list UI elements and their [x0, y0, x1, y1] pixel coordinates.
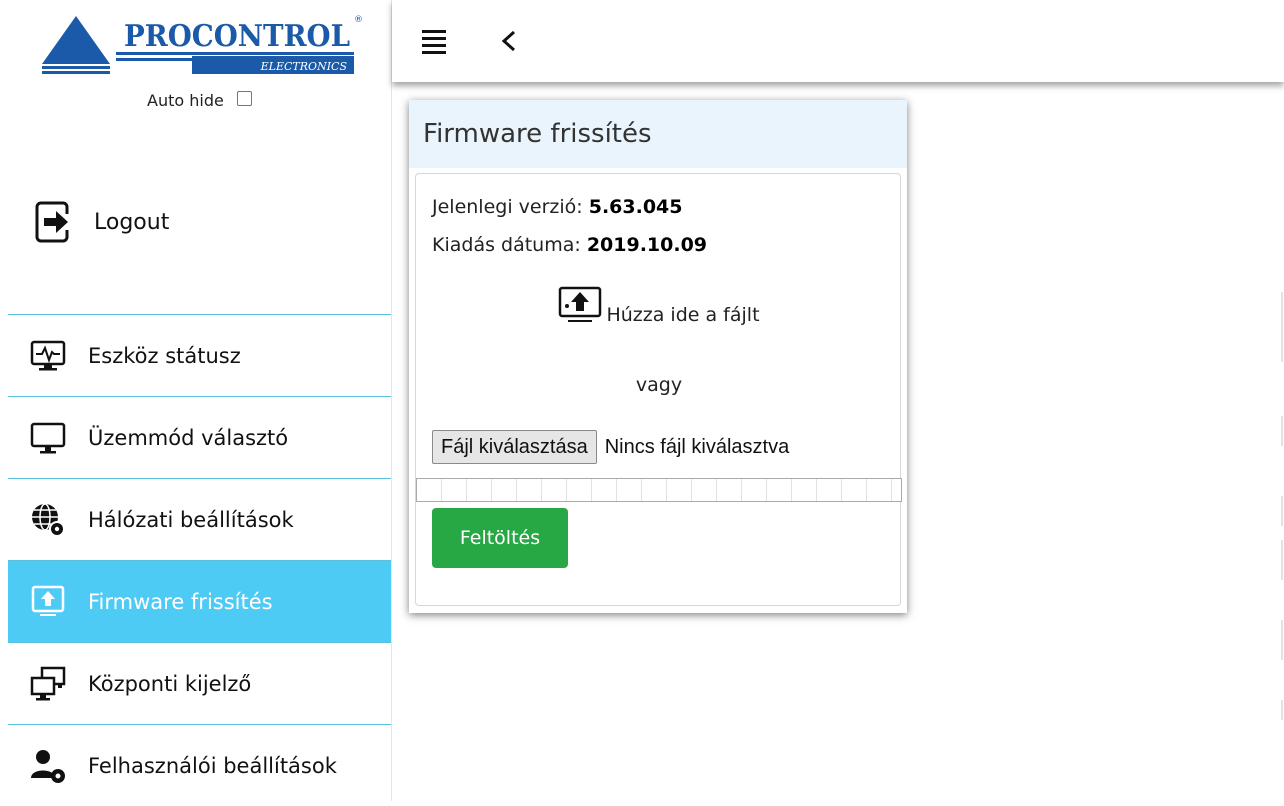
- procontrol-logo: PROCONTROL ® ELECTRONICS: [42, 15, 362, 74]
- sidebar-item-uzemmod-valaszto[interactable]: Üzemmód választó: [8, 396, 391, 478]
- sidebar-item-label: Központi kijelző: [88, 671, 252, 696]
- version-label: Jelenlegi verzió:: [432, 196, 589, 218]
- date-value: 2019.10.09: [586, 234, 708, 256]
- autohide-checkbox[interactable]: [236, 91, 252, 106]
- file-input[interactable]: Fájl kiválasztása Nincs fájl kiválasztva: [432, 430, 789, 464]
- sidebar-item-label: Felhasználói beállítások: [88, 753, 337, 778]
- monitor-icon: [30, 422, 66, 453]
- sidebar-item-label: Eszköz státusz: [88, 343, 241, 368]
- firmware-update-card: Firmware frissítés Jelenlegi verzió: 5.6…: [409, 100, 907, 613]
- current-version: Jelenlegi verzió: 5.63.045: [432, 196, 682, 218]
- user-gear-icon: [31, 749, 65, 783]
- sidebar: PROCONTROL ® ELECTRONICS Auto hide Logou…: [8, 0, 391, 801]
- sidebar-item-kozponti-kijelzo[interactable]: Központi kijelző: [8, 642, 391, 724]
- upload-monitor-icon: [559, 286, 602, 322]
- sidebar-item-label: Üzemmód választó: [88, 425, 289, 450]
- sidebar-divider: [391, 0, 392, 801]
- upload-monitor-icon: [31, 585, 65, 616]
- monitor-pulse-icon: [30, 340, 66, 370]
- sidebar-item-label: Hálózati beállítások: [88, 507, 294, 532]
- sidebar-item-halozati-beallitasok[interactable]: Hálózati beállítások: [8, 478, 391, 560]
- card-body: Jelenlegi verzió: 5.63.045 Kiadás dátuma…: [415, 173, 902, 606]
- brand-subtitle: ELECTRONICS: [260, 60, 348, 73]
- hamburger-menu-icon[interactable]: [422, 30, 446, 54]
- sidebar-item-felhasznaloi-beallitasok[interactable]: Felhasználói beállítások: [8, 724, 391, 806]
- logout-button[interactable]: Logout: [8, 190, 391, 254]
- logout-icon: [35, 201, 70, 243]
- card-title: Firmware frissítés: [409, 100, 907, 168]
- logout-label: Logout: [94, 209, 170, 235]
- or-text: vagy: [635, 374, 683, 396]
- left-edge-strip: [0, 0, 8, 801]
- dual-monitor-icon: [30, 666, 66, 700]
- sidebar-item-eszkoz-statusz[interactable]: Eszköz státusz: [8, 314, 391, 396]
- sidebar-menu: Eszköz státusz Üzemmód választó Hálózati: [8, 314, 391, 806]
- sidebar-item-label: Firmware frissítés: [88, 589, 273, 614]
- brand-name: PROCONTROL: [124, 19, 350, 54]
- version-value: 5.63.045: [588, 196, 683, 218]
- top-bar: [392, 0, 1284, 82]
- upload-button[interactable]: Feltöltés: [432, 508, 568, 568]
- chevron-left-icon[interactable]: [498, 28, 520, 54]
- autohide-toggle[interactable]: Auto hide: [8, 90, 391, 110]
- brand-registered-mark: ®: [354, 15, 362, 25]
- autohide-label: Auto hide: [147, 91, 224, 110]
- file-status: Nincs fájl kiválasztva: [604, 435, 790, 458]
- drop-text: Húzza ide a fájlt: [606, 304, 760, 326]
- upload-progress-bar: [416, 478, 902, 502]
- date-label: Kiadás dátuma:: [432, 234, 587, 256]
- sidebar-item-firmware-frissites[interactable]: Firmware frissítés: [8, 560, 391, 642]
- file-drop-zone[interactable]: Húzza ide a fájlt: [416, 286, 902, 326]
- choose-file-button[interactable]: Fájl kiválasztása: [432, 430, 597, 464]
- release-date: Kiadás dátuma: 2019.10.09: [432, 234, 707, 256]
- globe-gear-icon: [32, 502, 65, 537]
